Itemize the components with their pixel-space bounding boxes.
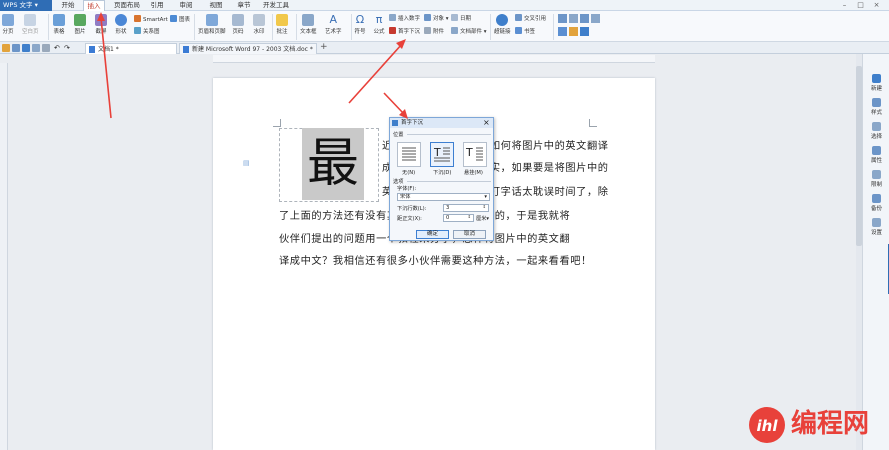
arrow-head: [396, 39, 406, 49]
watermark-logo-icon: ihl: [749, 407, 785, 443]
arrow-head: [97, 12, 105, 21]
red-arrow-to-dropcap: [348, 43, 403, 104]
watermark-text: 编程网: [791, 409, 870, 439]
site-watermark-logo: ihl 编程网: [747, 403, 883, 447]
red-arrow-to-insert-tab: [100, 17, 112, 119]
annotation-arrows: [97, 12, 408, 119]
svg-text:ihl: ihl: [757, 417, 779, 435]
red-arrow-to-dialog: [383, 92, 405, 115]
